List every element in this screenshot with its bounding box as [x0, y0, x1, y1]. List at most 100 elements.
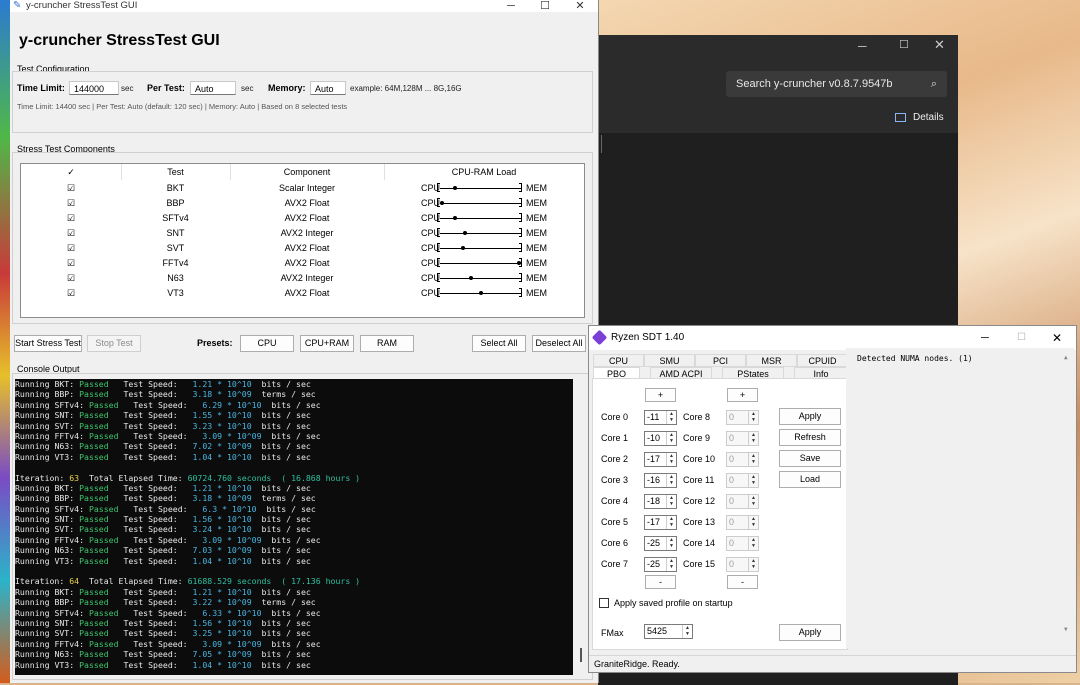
- search-input[interactable]: Search y-cruncher v0.8.7.9547b ⌕: [726, 71, 947, 97]
- console-scrollbar[interactable]: [580, 648, 582, 662]
- preset-ram-button[interactable]: RAM: [360, 335, 414, 352]
- table-row[interactable]: ☑ BBP AVX2 Float CPU MEM: [21, 196, 584, 211]
- spinner-arrows-icon[interactable]: ▲ ▼: [666, 474, 676, 487]
- fmax-apply-button[interactable]: Apply: [779, 624, 841, 641]
- save-button[interactable]: Save: [779, 450, 841, 467]
- row-checkbox[interactable]: ☑: [21, 226, 121, 241]
- increment-all-right-button[interactable]: +: [727, 388, 758, 402]
- close-icon[interactable]: ✕: [934, 37, 945, 53]
- spinner-arrows-icon[interactable]: ▲ ▼: [666, 558, 676, 571]
- console-speed: 1.04 * 10^10: [192, 555, 252, 566]
- core-offset-14[interactable]: 0 ▲ ▼: [726, 536, 759, 551]
- table-row[interactable]: ☑ BKT Scalar Integer CPU MEM: [21, 181, 584, 196]
- spinner-arrows-icon[interactable]: ▲ ▼: [666, 495, 676, 508]
- spinner-arrows-icon[interactable]: ▲ ▼: [666, 432, 676, 445]
- select-all-button[interactable]: Select All: [472, 335, 526, 352]
- row-checkbox[interactable]: ☑: [21, 211, 121, 226]
- scroll-down-icon[interactable]: ▼: [1064, 626, 1068, 633]
- table-row[interactable]: ☑ N63 AVX2 Integer CPU MEM: [21, 271, 584, 286]
- scroll-up-icon[interactable]: ▲: [1064, 354, 1068, 361]
- console-running: Running: [15, 451, 55, 462]
- col-header-component[interactable]: Component: [230, 164, 385, 180]
- increment-all-left-button[interactable]: +: [645, 388, 676, 402]
- close-icon[interactable]: ✕: [1052, 326, 1062, 350]
- core-offset-5[interactable]: -17 ▲ ▼: [644, 515, 677, 530]
- tab-smu[interactable]: SMU: [644, 354, 695, 367]
- apply-on-startup-label: Apply saved profile on startup: [614, 598, 733, 608]
- spinner-arrows-icon[interactable]: ▲ ▼: [748, 474, 758, 487]
- row-checkbox[interactable]: ☑: [21, 256, 121, 271]
- col-header-load[interactable]: CPU-RAM Load: [384, 164, 584, 180]
- maximize-icon[interactable]: ☐: [528, 0, 562, 12]
- details-button[interactable]: Details: [913, 112, 944, 123]
- col-header-test[interactable]: Test: [121, 164, 231, 180]
- spinner-arrows-icon[interactable]: ▲ ▼: [666, 516, 676, 529]
- refresh-button[interactable]: Refresh: [779, 429, 841, 446]
- spinner-arrows-icon[interactable]: ▲ ▼: [666, 411, 676, 424]
- core-offset-15[interactable]: 0 ▲ ▼: [726, 557, 759, 572]
- core-offset-8[interactable]: 0 ▲ ▼: [726, 410, 759, 425]
- row-checkbox[interactable]: ☑: [21, 196, 121, 211]
- core-offset-13[interactable]: 0 ▲ ▼: [726, 515, 759, 530]
- minimize-icon[interactable]: ─: [858, 39, 867, 53]
- decrement-all-left-button[interactable]: -: [645, 575, 676, 589]
- spinner-arrows-icon[interactable]: ▲ ▼: [666, 537, 676, 550]
- table-row[interactable]: ☑ SVT AVX2 Float CPU MEM: [21, 241, 584, 256]
- row-checkbox[interactable]: ☑: [21, 286, 121, 301]
- spinner-arrows-icon[interactable]: ▲ ▼: [748, 537, 758, 550]
- core-offset-9[interactable]: 0 ▲ ▼: [726, 431, 759, 446]
- core-offset-12[interactable]: 0 ▲ ▼: [726, 494, 759, 509]
- memory-input[interactable]: Auto: [310, 81, 346, 95]
- core-offset-11[interactable]: 0 ▲ ▼: [726, 473, 759, 488]
- spinner-arrows-icon[interactable]: ▲ ▼: [682, 625, 692, 638]
- core-offset-1[interactable]: -10 ▲ ▼: [644, 431, 677, 446]
- row-checkbox[interactable]: ☑: [21, 271, 121, 286]
- apply-on-startup-checkbox[interactable]: [599, 598, 609, 608]
- tab-cpuid[interactable]: CPUID: [797, 354, 848, 367]
- load-button[interactable]: Load: [779, 471, 841, 488]
- time-limit-input[interactable]: 144000: [69, 81, 119, 95]
- preset-cpu-ram-button[interactable]: CPU+RAM: [300, 335, 354, 352]
- table-row[interactable]: ☑ SNT AVX2 Integer CPU MEM: [21, 226, 584, 241]
- core-offset-2[interactable]: -17 ▲ ▼: [644, 452, 677, 467]
- spinner-arrows-icon[interactable]: ▲ ▼: [666, 453, 676, 466]
- start-stress-test-button[interactable]: Start Stress Test: [14, 335, 82, 352]
- spinner-arrows-icon[interactable]: ▲ ▼: [748, 558, 758, 571]
- row-checkbox[interactable]: ☑: [21, 181, 121, 196]
- tab-msr[interactable]: MSR: [746, 354, 797, 367]
- core-offset-6[interactable]: -25 ▲ ▼: [644, 536, 677, 551]
- row-test: SNT: [166, 228, 185, 238]
- spinner-arrows-icon[interactable]: ▲ ▼: [748, 432, 758, 445]
- maximize-icon[interactable]: ☐: [899, 38, 909, 51]
- spinner-arrows-icon[interactable]: ▲ ▼: [748, 516, 758, 529]
- minimize-icon[interactable]: ─: [494, 0, 528, 12]
- spinner-arrows-icon[interactable]: ▲ ▼: [748, 411, 758, 424]
- tab-pci[interactable]: PCI: [695, 354, 746, 367]
- tab-cpu[interactable]: CPU: [593, 354, 644, 367]
- log-output[interactable]: Detected NUMA nodes. (1) ▲ ▼: [846, 348, 1074, 648]
- fmax-spinner[interactable]: 5425 ▲ ▼: [644, 624, 693, 639]
- apply-button[interactable]: Apply: [779, 408, 841, 425]
- preset-cpu-button[interactable]: CPU: [240, 335, 294, 352]
- core-offset-10[interactable]: 0 ▲ ▼: [726, 452, 759, 467]
- stop-test-button[interactable]: Stop Test: [87, 335, 141, 352]
- core-offset-4[interactable]: -18 ▲ ▼: [644, 494, 677, 509]
- spinner-arrows-icon[interactable]: ▲ ▼: [748, 495, 758, 508]
- table-row[interactable]: ☑ VT3 AVX2 Float CPU MEM: [21, 286, 584, 301]
- spinner-arrows-icon[interactable]: ▲ ▼: [748, 453, 758, 466]
- minimize-icon[interactable]: ─: [981, 326, 989, 350]
- row-checkbox[interactable]: ☑: [21, 241, 121, 256]
- core-offset-0[interactable]: -11 ▲ ▼: [644, 410, 677, 425]
- per-test-input[interactable]: Auto: [190, 81, 236, 95]
- deselect-all-button[interactable]: Deselect All: [532, 335, 586, 352]
- col-header-check[interactable]: ✓: [21, 164, 122, 180]
- core-offset-3[interactable]: -16 ▲ ▼: [644, 473, 677, 488]
- decrement-all-right-button[interactable]: -: [727, 575, 758, 589]
- table-row[interactable]: ☑ SFTv4 AVX2 Float CPU MEM: [21, 211, 584, 226]
- console-pad: [109, 597, 124, 607]
- console-output[interactable]: Running BKT: Passed Test Speed: 1.21 * 1…: [15, 379, 573, 675]
- close-icon[interactable]: ✕: [563, 0, 597, 12]
- core-offset-7[interactable]: -25 ▲ ▼: [644, 557, 677, 572]
- table-row[interactable]: ☑ FFTv4 AVX2 Float CPU MEM: [21, 256, 584, 271]
- maximize-icon[interactable]: ☐: [1017, 326, 1026, 350]
